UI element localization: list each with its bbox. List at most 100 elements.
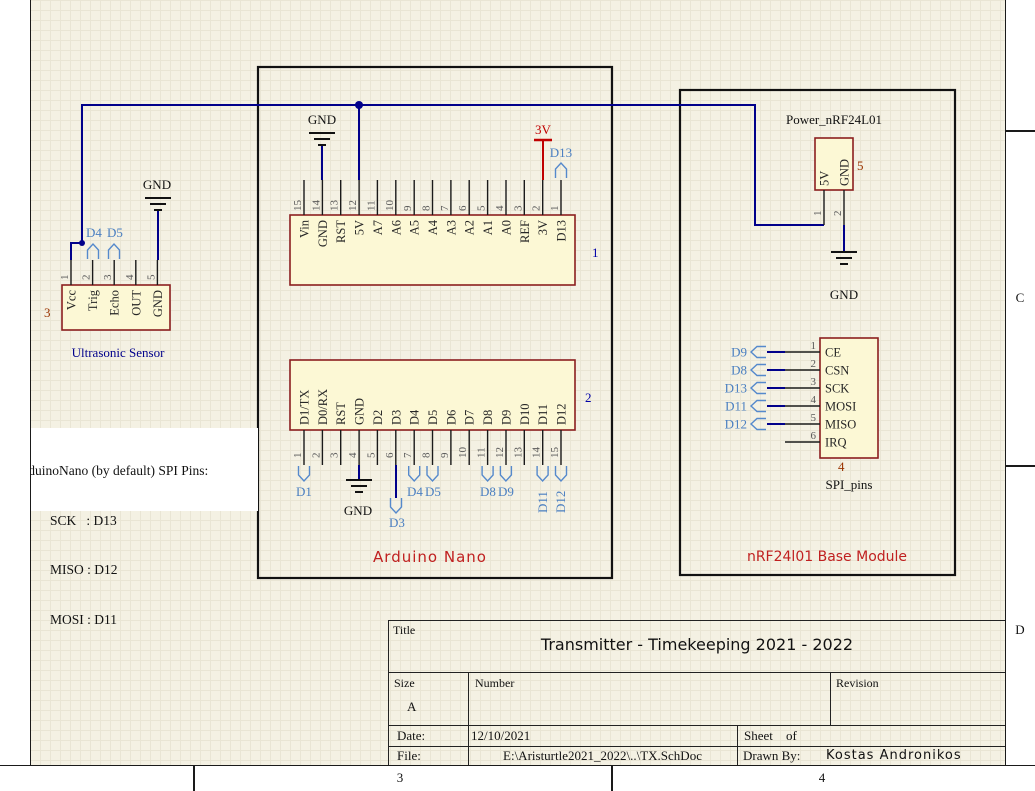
- pin-number[interactable]: 8: [421, 205, 433, 211]
- pin-number[interactable]: 6: [384, 452, 396, 458]
- pin-number[interactable]: 3: [512, 205, 524, 211]
- pin-name[interactable]: A2: [463, 220, 477, 235]
- pin-number[interactable]: 3: [329, 452, 341, 458]
- pin-number[interactable]: 11: [476, 447, 488, 458]
- pin-number[interactable]: 10: [457, 447, 469, 459]
- pin-name[interactable]: D0/RX: [316, 389, 330, 425]
- pin-name[interactable]: OUT: [129, 290, 143, 316]
- pin-number[interactable]: 14: [531, 447, 543, 459]
- pin-number[interactable]: 4: [124, 274, 136, 280]
- pin-name[interactable]: D13: [555, 220, 569, 242]
- pin-name[interactable]: D2: [371, 410, 385, 425]
- pin-number[interactable]: 11: [365, 200, 377, 211]
- spi-pins-caption[interactable]: SPI_pins: [826, 477, 873, 492]
- port-D4[interactable]: D4: [86, 225, 102, 240]
- pin-name[interactable]: CSN: [825, 364, 849, 378]
- port-arrow-icon[interactable]: [409, 466, 420, 481]
- pin-name[interactable]: GND: [838, 159, 852, 186]
- port-arrow-icon[interactable]: [88, 244, 99, 259]
- pin-number[interactable]: 4: [347, 452, 359, 458]
- port-D5[interactable]: D5: [107, 225, 123, 240]
- port-arrow-icon[interactable]: [427, 466, 438, 481]
- gnd-net-label[interactable]: GND: [830, 287, 858, 302]
- arduino-module-caption[interactable]: Arduino Nano: [373, 550, 487, 565]
- pin-number[interactable]: 1: [811, 340, 817, 352]
- pin-name[interactable]: D11: [536, 404, 550, 425]
- pin-number[interactable]: 1: [549, 206, 561, 212]
- port-arrow-icon[interactable]: [109, 244, 120, 259]
- pin-name[interactable]: 3V: [536, 220, 550, 235]
- pin-name[interactable]: Echo: [108, 290, 122, 316]
- pin-name[interactable]: RST: [334, 402, 348, 425]
- pin-number[interactable]: 4: [811, 394, 817, 406]
- port-D4[interactable]: D4: [407, 484, 423, 499]
- pin-name[interactable]: GND: [151, 290, 165, 317]
- port-arrow-icon[interactable]: [482, 466, 493, 481]
- port-D3[interactable]: D3: [389, 515, 405, 530]
- pin-name[interactable]: MISO: [825, 418, 856, 432]
- port-arrow-icon[interactable]: [556, 466, 567, 481]
- gnd-symbol-nrf[interactable]: [831, 252, 857, 264]
- pin-number[interactable]: 14: [310, 200, 322, 212]
- gnd-symbol-ultrasonic[interactable]: [145, 198, 171, 210]
- pin-name[interactable]: CE: [825, 346, 841, 360]
- pin-number[interactable]: 7: [439, 205, 451, 211]
- nrf-power-title[interactable]: Power_nRF24L01: [786, 112, 882, 127]
- pin-name[interactable]: IRQ: [825, 436, 847, 450]
- pin-name[interactable]: MOSI: [825, 400, 856, 414]
- gnd-symbol-arduino-bottom[interactable]: [346, 480, 372, 492]
- port-arrow-icon[interactable]: [751, 365, 766, 376]
- gnd-net-label[interactable]: GND: [143, 177, 171, 192]
- ultrasonic-caption[interactable]: Ultrasonic Sensor: [72, 345, 165, 360]
- pin-name[interactable]: A5: [408, 220, 422, 235]
- pin-number[interactable]: 15: [292, 200, 304, 212]
- pin-name[interactable]: A7: [371, 220, 385, 235]
- pin-name[interactable]: 5V: [818, 171, 832, 186]
- port-arrow-icon[interactable]: [500, 466, 511, 481]
- port-D5[interactable]: D5: [425, 484, 441, 499]
- port-D8[interactable]: D8: [731, 363, 747, 378]
- pin-number[interactable]: 3: [102, 274, 114, 280]
- port-arrow-icon[interactable]: [556, 163, 567, 178]
- power-3v-label[interactable]: 3V: [535, 122, 551, 137]
- pin-number[interactable]: 5: [811, 412, 817, 424]
- pin-number[interactable]: 10: [384, 200, 396, 212]
- pin-number[interactable]: 2: [310, 453, 322, 459]
- pin-name[interactable]: D6: [444, 410, 458, 425]
- pin-number[interactable]: 3: [811, 376, 817, 388]
- pin-number[interactable]: 5: [365, 452, 377, 458]
- pin-number[interactable]: 2: [531, 206, 543, 212]
- pin-number[interactable]: 2: [81, 275, 93, 281]
- port-D9[interactable]: D9: [731, 345, 747, 360]
- pin-name[interactable]: D7: [463, 410, 477, 425]
- port-D8[interactable]: D8: [480, 484, 496, 499]
- port-D11[interactable]: D11: [535, 491, 550, 513]
- pin-number[interactable]: 9: [402, 205, 414, 211]
- port-D13[interactable]: D13: [550, 145, 572, 160]
- port-arrow-icon[interactable]: [751, 419, 766, 430]
- pin-number[interactable]: 1: [812, 211, 824, 217]
- pin-number[interactable]: 15: [549, 447, 561, 459]
- designator-arduino-part2[interactable]: 2: [585, 390, 592, 405]
- pin-name[interactable]: Vin: [298, 219, 312, 238]
- pin-name[interactable]: GND: [353, 398, 367, 425]
- pin-number[interactable]: 1: [292, 453, 304, 459]
- pin-name[interactable]: GND: [316, 220, 330, 247]
- pin-name[interactable]: D5: [426, 410, 440, 425]
- note-block[interactable]: ArduinoNano (by default) SPI Pins: SCK :…: [8, 428, 258, 511]
- designator-arduino-part1[interactable]: 1: [592, 245, 599, 260]
- pin-number[interactable]: 2: [832, 211, 844, 217]
- port-arrow-icon[interactable]: [537, 466, 548, 481]
- pin-name[interactable]: A3: [444, 220, 458, 235]
- pin-name[interactable]: D3: [389, 410, 403, 425]
- gnd-net-label[interactable]: GND: [344, 503, 372, 518]
- pin-name[interactable]: RST: [334, 220, 348, 243]
- pin-number[interactable]: 9: [439, 452, 451, 458]
- pin-name[interactable]: D4: [408, 409, 422, 425]
- pin-number[interactable]: 13: [329, 200, 341, 212]
- pin-name[interactable]: SCK: [825, 382, 849, 396]
- gnd-net-label[interactable]: GND: [308, 112, 336, 127]
- designator-spi[interactable]: 4: [838, 459, 845, 474]
- pin-number[interactable]: 6: [811, 430, 817, 442]
- pin-number[interactable]: 12: [494, 447, 506, 458]
